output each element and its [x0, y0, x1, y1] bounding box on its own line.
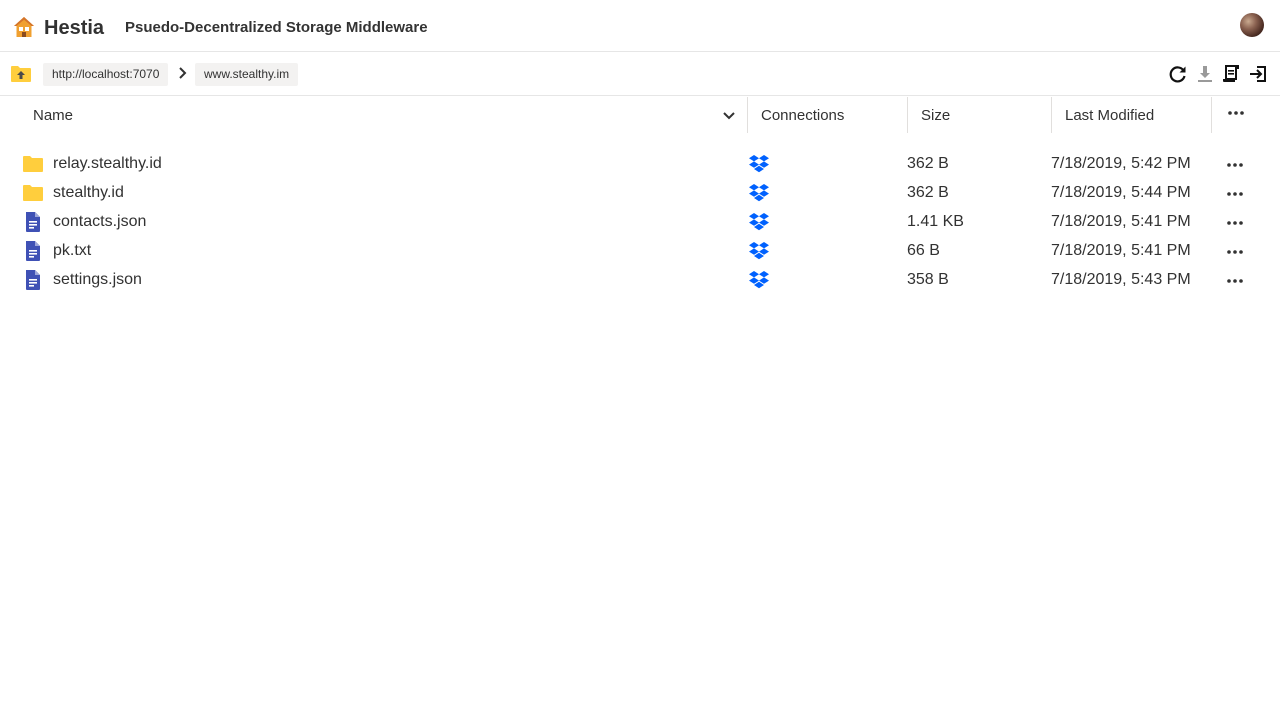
more-icon[interactable]: [1225, 159, 1245, 171]
column-divider: [747, 97, 748, 133]
file-size: 1.41 KB: [907, 213, 964, 230]
breadcrumb-item-localhost[interactable]: http://localhost:7070: [43, 63, 169, 86]
dropbox-icon: [749, 155, 769, 173]
file-size: 362 B: [907, 184, 949, 201]
column-header: Name Connections Size Last Modified: [0, 97, 1280, 135]
file-row[interactable]: pk.txt 66 B 7/18/2019, 5:41 PM: [0, 237, 1280, 266]
chevron-down-icon[interactable]: [721, 109, 737, 123]
file-name: relay.stealthy.id: [53, 155, 162, 172]
file-name: contacts.json: [53, 213, 147, 230]
column-size[interactable]: Size: [921, 97, 950, 135]
column-last-modified[interactable]: Last Modified: [1065, 97, 1154, 135]
column-divider: [1051, 97, 1052, 133]
column-name[interactable]: Name: [33, 97, 73, 135]
file-modified: 7/18/2019, 5:43 PM: [1051, 271, 1191, 288]
app-subtitle: Psuedo-Decentralized Storage Middleware: [125, 19, 428, 36]
file-modified: 7/18/2019, 5:41 PM: [1051, 213, 1191, 230]
file-name: settings.json: [53, 271, 142, 288]
breadcrumb-toolbar: http://localhost:7070 www.stealthy.im: [0, 52, 1280, 96]
house-icon: [14, 17, 34, 37]
file-size: 358 B: [907, 271, 949, 288]
file-row[interactable]: relay.stealthy.id 362 B 7/18/2019, 5:42 …: [0, 150, 1280, 179]
more-icon[interactable]: [1225, 217, 1245, 229]
document-icon: [26, 241, 40, 261]
document-icon: [26, 212, 40, 232]
folder-icon: [23, 156, 43, 172]
scroll-icon[interactable]: [1221, 64, 1241, 84]
document-icon: [26, 270, 40, 290]
folder-icon: [23, 185, 43, 201]
folder-up-icon[interactable]: [10, 64, 32, 84]
dropbox-icon: [749, 213, 769, 231]
breadcrumb-item-stealthy[interactable]: www.stealthy.im: [195, 63, 299, 86]
file-modified: 7/18/2019, 5:44 PM: [1051, 184, 1191, 201]
file-name: pk.txt: [53, 242, 92, 259]
more-icon[interactable]: [1225, 246, 1245, 258]
file-row[interactable]: contacts.json 1.41 KB 7/18/2019, 5:41 PM: [0, 208, 1280, 237]
file-modified: 7/18/2019, 5:41 PM: [1051, 242, 1191, 259]
file-name: stealthy.id: [53, 184, 124, 201]
column-connections[interactable]: Connections: [761, 97, 844, 135]
more-icon[interactable]: [1225, 275, 1245, 287]
dropbox-icon: [749, 242, 769, 260]
dropbox-icon: [749, 271, 769, 289]
file-size: 66 B: [907, 242, 940, 259]
column-divider: [1211, 97, 1212, 133]
more-icon[interactable]: [1226, 107, 1246, 119]
file-size: 362 B: [907, 155, 949, 172]
download-icon[interactable]: [1195, 64, 1215, 84]
app-name: Hestia: [44, 17, 105, 39]
app-header: Hestia Psuedo-Decentralized Storage Midd…: [0, 0, 1280, 52]
file-row[interactable]: stealthy.id 362 B 7/18/2019, 5:44 PM: [0, 179, 1280, 208]
column-divider: [907, 97, 908, 133]
chevron-right-icon: [179, 67, 187, 79]
more-icon[interactable]: [1225, 188, 1245, 200]
avatar[interactable]: [1240, 13, 1264, 37]
file-list: relay.stealthy.id 362 B 7/18/2019, 5:42 …: [0, 150, 1280, 295]
dropbox-icon: [749, 184, 769, 202]
sign-out-icon[interactable]: [1248, 64, 1268, 84]
refresh-icon[interactable]: [1168, 64, 1188, 84]
file-modified: 7/18/2019, 5:42 PM: [1051, 155, 1191, 172]
file-row[interactable]: settings.json 358 B 7/18/2019, 5:43 PM: [0, 266, 1280, 295]
